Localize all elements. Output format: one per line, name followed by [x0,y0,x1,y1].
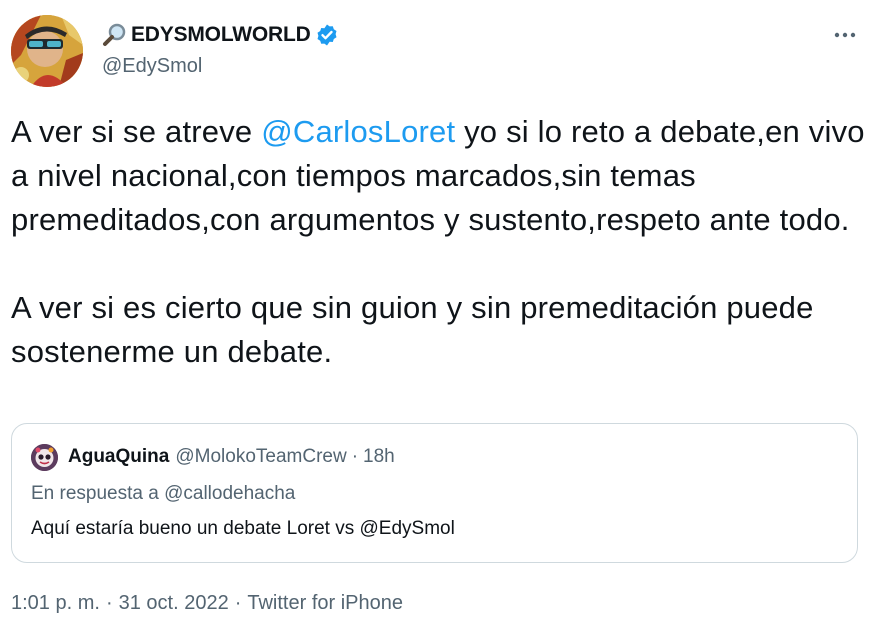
quoted-time: 18h [363,446,395,467]
author-avatar[interactable] [11,15,83,87]
separator-dot: · [351,446,359,467]
tweet-date[interactable]: 31 oct. 2022 [119,592,229,614]
quoted-tweet-header: AguaQuina @MolokoTeamCrew · 18h [68,446,395,468]
mention-link[interactable]: @CarlosLoret [261,114,455,149]
tweet-meta: 1:01 p. m. · 31 oct. 2022 · Twitter for iPho… [11,592,403,615]
quoted-handle: @MolokoTeamCrew [175,446,347,467]
tweet-source[interactable]: Twitter for iPhone [247,592,403,614]
quoted-tweet-card[interactable]: AguaQuina @MolokoTeamCrew · 18h En respu… [11,423,858,563]
more-options-button[interactable] [830,20,860,50]
author-display-name: EDYSMOLWORLD [131,23,311,46]
verified-badge-icon [315,23,339,47]
tweet-text-part: yo si lo reto a debate,en vivo a nivel n… [11,114,865,369]
quoted-reply-context: En respuesta a @callodehacha [31,483,295,505]
more-dots-icon [834,32,856,38]
tweet-text-part: A ver si se atreve [11,114,262,149]
author-handle[interactable]: @EdySmol [102,55,202,78]
magnifying-glass-icon [102,22,128,48]
quoted-display-name: AguaQuina [68,446,170,467]
reply-to-handle: @callodehacha [164,483,296,504]
quoted-tweet-text: Aquí estaría bueno un debate Loret vs @E… [31,518,455,539]
reply-prefix: En respuesta a [31,483,165,504]
author-name[interactable]: EDYSMOLWORLD [102,22,339,48]
separator-dot: · [234,592,242,614]
separator-dot: · [105,592,113,614]
tweet-text: A ver si se atreve @CarlosLoret yo si lo… [11,110,871,374]
quoted-author-avatar [31,444,58,471]
tweet: EDYSMOLWORLD @EdySmol A ver si se atreve… [0,0,882,634]
tweet-time[interactable]: 1:01 p. m. [11,592,100,614]
